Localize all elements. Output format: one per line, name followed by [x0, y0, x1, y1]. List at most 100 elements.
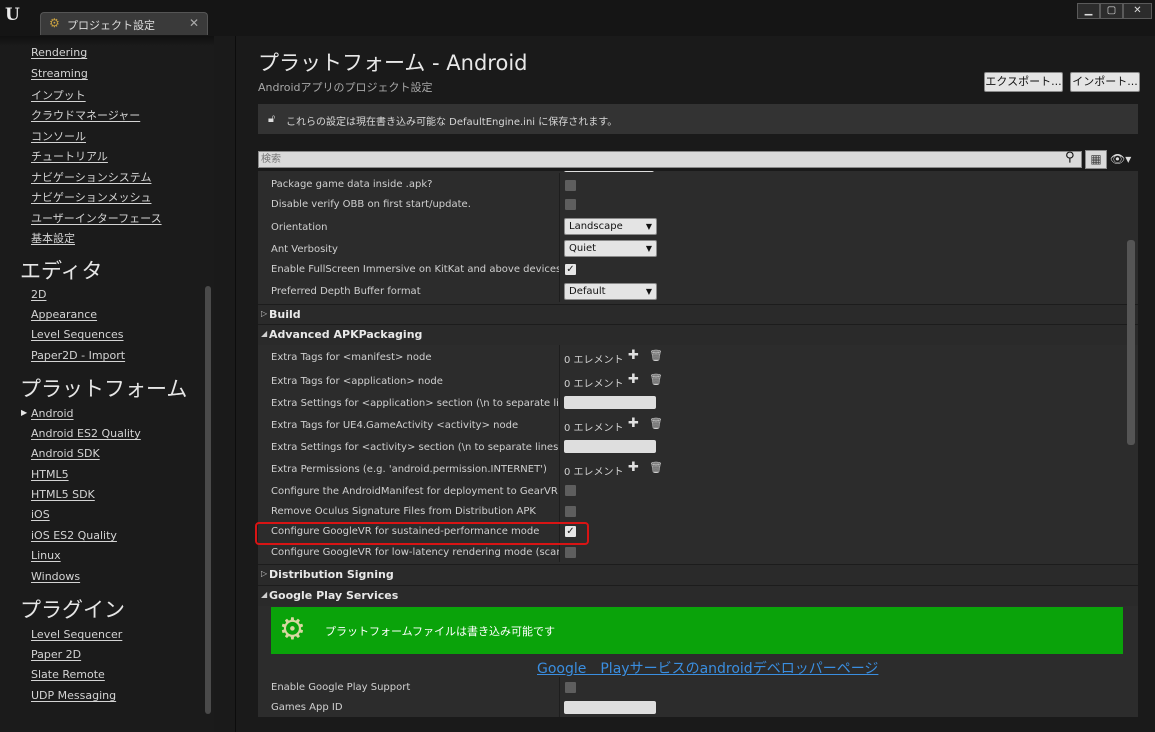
highlight-box: [255, 522, 589, 545]
sidebar-item-html5-sdk[interactable]: HTML5 SDK: [31, 488, 95, 501]
games-app-id-input[interactable]: [564, 701, 656, 714]
sidebar-item-navigation-mesh[interactable]: ナビゲーションメッシュ: [31, 189, 151, 205]
sidebar-item-ios-es2-quality[interactable]: iOS ES2 Quality: [31, 529, 117, 542]
setting-row: Package game data inside .apk?: [258, 173, 1126, 195]
setting-label: Enable FullScreen Immersive on KitKat an…: [271, 264, 559, 275]
package-apk-checkbox[interactable]: [565, 180, 576, 191]
category-build[interactable]: ▷ Build: [258, 304, 1138, 325]
page-title: プラットフォーム - Android: [258, 51, 528, 75]
sidebar-item-console[interactable]: コンソール: [31, 128, 86, 144]
sidebar-item-user-interface[interactable]: ユーザーインターフェース: [31, 210, 162, 226]
column-separator: [559, 391, 560, 413]
setting-row: Extra Tags for <application> node 0 エレメン…: [258, 369, 1126, 391]
sidebar-item-android[interactable]: Android: [31, 407, 74, 420]
enable-google-play-checkbox[interactable]: [565, 682, 576, 693]
column-separator: [559, 435, 560, 457]
column-separator: [559, 195, 560, 215]
setting-label: Preferred Depth Buffer format: [271, 286, 421, 297]
sidebar-item-navigation-system[interactable]: ナビゲーションシステム: [31, 169, 151, 185]
column-separator: [559, 457, 560, 479]
settings-scrollbar[interactable]: [1127, 240, 1135, 445]
sidebar-item-paper2d-import[interactable]: Paper2D - Import: [31, 349, 125, 362]
sidebar-item-input[interactable]: インプット: [31, 87, 86, 103]
tab-close-icon[interactable]: ✕: [189, 16, 199, 30]
sidebar-item-cloud-manager[interactable]: クラウドマネージャー: [31, 107, 140, 123]
sidebar-item-2d[interactable]: 2D: [31, 288, 46, 301]
google-play-developer-link[interactable]: Google Playサービスのandroidデベロッパーページ: [537, 658, 878, 678]
search-icon[interactable]: ⚲: [1065, 150, 1075, 165]
column-separator: [559, 697, 560, 717]
dropdown-value: Landscape: [569, 221, 623, 232]
sidebar-item-paper-2d[interactable]: Paper 2D: [31, 648, 81, 661]
setting-row: Orientation Landscape ▼: [258, 215, 1126, 237]
add-element-icon[interactable]: ✚: [628, 460, 639, 475]
tab-label: プロジェクト設定: [67, 19, 155, 32]
sidebar-item-tutorial[interactable]: チュートリアル: [31, 148, 108, 164]
sidebar-item-level-sequencer[interactable]: Level Sequencer: [31, 628, 122, 641]
banner-text: プラットフォームファイルは書き込み可能です: [325, 625, 556, 638]
export-button[interactable]: エクスポート...: [984, 72, 1063, 92]
dropdown-arrow-icon: ▼: [645, 287, 652, 296]
eye-view-options-icon[interactable]: 👁︎▾: [1110, 152, 1131, 166]
sidebar-item-android-es2-quality[interactable]: Android ES2 Quality: [31, 427, 141, 440]
extra-settings-application-input[interactable]: [564, 396, 656, 409]
column-separator: [559, 173, 560, 195]
add-element-icon[interactable]: ✚: [628, 372, 639, 387]
sidebar-item-appearance[interactable]: Appearance: [31, 308, 97, 321]
sidebar-item-slate-remote[interactable]: Slate Remote: [31, 668, 105, 681]
sidebar-item-rendering[interactable]: Rendering: [31, 46, 87, 59]
search-box[interactable]: ⚲: [258, 150, 1082, 168]
dropdown-arrow-icon: ▼: [645, 244, 652, 253]
selected-arrow-icon: ▶: [21, 408, 28, 417]
setting-label: Games App ID: [271, 702, 343, 713]
sidebar-item-windows[interactable]: Windows: [31, 570, 80, 583]
maximize-button[interactable]: ▢: [1100, 3, 1123, 19]
trash-icon[interactable]: 🗑︎: [649, 373, 663, 386]
category-distribution-signing[interactable]: ▷ Distribution Signing: [258, 564, 1138, 585]
sidebar-item-level-sequences[interactable]: Level Sequences: [31, 328, 124, 341]
tab-project-settings[interactable]: ⚙ プロジェクト設定 ✕: [40, 12, 208, 35]
category-google-play-services[interactable]: ◢ Google Play Services: [258, 585, 1138, 606]
fullscreen-checkbox[interactable]: ✓: [565, 264, 576, 275]
column-separator: [559, 369, 560, 391]
column-separator: [559, 259, 560, 280]
category-label: Google Play Services: [269, 589, 399, 602]
close-window-button[interactable]: ✕: [1123, 3, 1152, 19]
gearvr-checkbox[interactable]: [565, 485, 576, 496]
depth-buffer-dropdown[interactable]: Default ▼: [564, 283, 657, 300]
sidebar-item-streaming[interactable]: Streaming: [31, 67, 88, 80]
googlevr-lowlatency-checkbox[interactable]: [565, 547, 576, 558]
setting-label: Extra Tags for <manifest> node: [271, 352, 432, 363]
clipped-field[interactable]: [564, 171, 654, 172]
setting-row: Remove Oculus Signature Files from Distr…: [258, 501, 1126, 521]
category-advanced-apk-packaging[interactable]: ◢ Advanced APKPackaging: [258, 324, 1138, 345]
element-count: 0 エレメント: [564, 355, 624, 366]
trash-icon[interactable]: 🗑︎: [649, 349, 663, 362]
sidebar-item-html5[interactable]: HTML5: [31, 468, 69, 481]
trash-icon[interactable]: 🗑︎: [649, 417, 663, 430]
add-element-icon[interactable]: ✚: [628, 416, 639, 431]
sidebar-scrollbar[interactable]: [205, 286, 211, 714]
orientation-dropdown[interactable]: Landscape ▼: [564, 218, 657, 235]
remove-oculus-checkbox[interactable]: [565, 506, 576, 517]
sidebar-item-linux[interactable]: Linux: [31, 549, 61, 562]
extra-settings-activity-input[interactable]: [564, 440, 656, 453]
add-element-icon[interactable]: ✚: [628, 348, 639, 363]
sidebar-item-general[interactable]: 基本設定: [31, 230, 75, 246]
minimize-button[interactable]: ▁: [1077, 3, 1100, 19]
config-notice-bar: 🔓︎ これらの設定は現在書き込み可能な DefaultEngine.ini に保…: [258, 104, 1138, 134]
sidebar-item-udp-messaging[interactable]: UDP Messaging: [31, 689, 116, 702]
setting-label: Extra Settings for <activity> section (\…: [271, 442, 559, 453]
search-input[interactable]: [261, 152, 1051, 167]
disable-obb-checkbox[interactable]: [565, 199, 576, 210]
setting-row: Extra Permissions (e.g. 'android.permiss…: [258, 457, 1126, 479]
ant-verbosity-dropdown[interactable]: Quiet ▼: [564, 240, 657, 257]
dropdown-value: Default: [569, 286, 606, 297]
import-button[interactable]: インポート...: [1070, 72, 1140, 92]
trash-icon[interactable]: 🗑︎: [649, 461, 663, 474]
sidebar-item-ios[interactable]: iOS: [31, 508, 50, 521]
grid-view-icon[interactable]: ▦: [1085, 150, 1107, 169]
sidebar-item-android-sdk[interactable]: Android SDK: [31, 447, 100, 460]
expanded-arrow-icon: ◢: [261, 590, 268, 599]
setting-label: Disable verify OBB on first start/update…: [271, 199, 471, 210]
